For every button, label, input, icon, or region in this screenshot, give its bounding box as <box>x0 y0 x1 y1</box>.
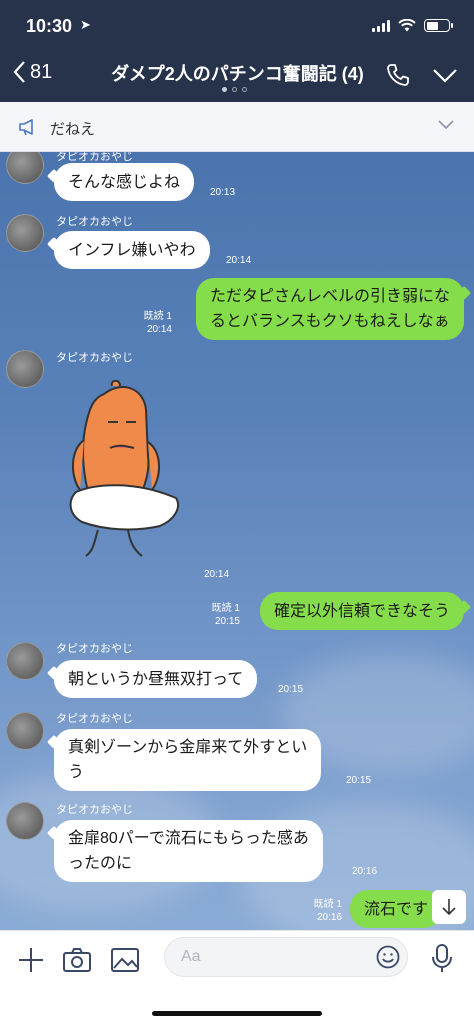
message-bubble[interactable]: 真剣ゾーンから金扉来て外すとい う <box>54 729 322 791</box>
message-bubble[interactable]: ただタピさんレベルの引き弱にな るとバランスもクソもねえしなぁ <box>195 278 464 340</box>
plus-icon[interactable] <box>16 945 46 975</box>
message-time: 20:16 <box>316 912 342 923</box>
message-time: 20:14 <box>146 324 172 335</box>
wifi-icon <box>398 19 416 32</box>
sender-name: タピオカおやじ <box>56 804 133 816</box>
location-icon: ➤ <box>80 18 91 33</box>
message-bubble[interactable]: 流石です <box>350 890 443 928</box>
message-time: 20:16 <box>352 866 378 877</box>
message-read-status: 既読 1 20:16 <box>314 898 342 924</box>
phone-icon[interactable] <box>386 63 410 87</box>
arrow-down-icon <box>442 899 456 916</box>
avatar[interactable] <box>6 712 44 750</box>
megaphone-icon <box>19 119 33 136</box>
home-indicator <box>152 1011 322 1016</box>
announcement-text: だねえ <box>50 121 96 138</box>
camera-icon[interactable] <box>62 945 92 975</box>
chevron-down-icon[interactable] <box>438 120 454 130</box>
message-bubble[interactable]: そんな感じよね <box>54 163 195 201</box>
avatar[interactable] <box>6 642 44 680</box>
message-read-status: 既読 1 20:15 <box>212 602 240 628</box>
back-button[interactable]: 81 <box>12 60 52 84</box>
image-icon[interactable] <box>110 945 140 975</box>
message-bubble[interactable]: 確定以外信頼できなそう <box>259 592 464 630</box>
battery-icon <box>424 19 453 32</box>
message-time: 20:14 <box>204 569 230 580</box>
message-time: 20:15 <box>346 775 372 786</box>
chat-room-title[interactable]: ダメプ2人のパチンコ奮闘記 (4) <box>100 60 375 86</box>
announcement-bar[interactable]: だねえ <box>0 102 474 152</box>
avatar[interactable] <box>6 214 44 252</box>
message-time: 20:15 <box>278 684 304 695</box>
message-time: 20:13 <box>210 187 236 198</box>
unread-count: 81 <box>30 60 53 83</box>
sender-name: タピオカおやじ <box>56 216 133 228</box>
read-receipt: 既読 1 <box>211 603 240 614</box>
microphone-icon[interactable] <box>430 943 454 973</box>
message-input[interactable] <box>164 937 408 977</box>
message-time: 20:15 <box>214 616 240 627</box>
chat-header: 10:30 ➤ 81 ダメプ2人のパチンコ奮闘記 (4) <box>0 0 474 102</box>
read-receipt: 既読 1 <box>143 311 172 322</box>
read-receipt: 既読 1 <box>313 899 342 910</box>
chevron-down-icon[interactable] <box>432 68 458 84</box>
emoji-icon[interactable] <box>376 945 400 969</box>
sticker-image[interactable] <box>64 380 194 580</box>
page-indicator <box>222 87 247 92</box>
avatar[interactable] <box>6 802 44 840</box>
status-indicators <box>372 19 453 32</box>
message-time: 20:14 <box>226 255 252 266</box>
message-read-status: 既読 1 20:14 <box>144 310 172 336</box>
message-bubble[interactable]: 朝というか昼無双打って <box>54 660 258 698</box>
chevron-left-icon <box>13 61 25 83</box>
sender-name: タピオカおやじ <box>56 643 133 655</box>
sender-name: タピオカおやじ <box>56 713 133 725</box>
scroll-to-bottom-button[interactable] <box>432 890 466 924</box>
sender-name: タピオカおやじ <box>56 352 133 364</box>
avatar[interactable] <box>6 350 44 388</box>
message-bubble[interactable]: インフレ嫌いやわ <box>54 231 210 269</box>
cellular-signal-icon <box>372 19 390 32</box>
message-bubble[interactable]: 金扉80パーで流石にもらった感あ ったのに <box>54 820 323 882</box>
status-time: 10:30 <box>26 16 73 36</box>
chat-messages[interactable]: タピオカおやじ そんな感じよね 20:13 タピオカおやじ インフレ嫌いやわ 2… <box>0 152 474 930</box>
message-input-bar <box>0 930 474 1024</box>
avatar[interactable] <box>6 152 44 184</box>
